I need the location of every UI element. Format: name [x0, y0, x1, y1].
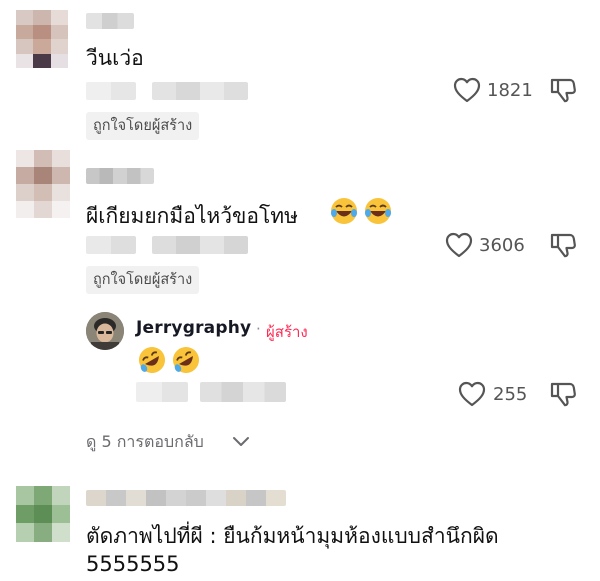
like-count: 1821 — [487, 80, 533, 101]
comment-text-line2: 5555555 — [86, 552, 180, 576]
timestamp-blurred — [136, 382, 188, 402]
heart-outline-icon[interactable] — [458, 381, 486, 407]
thumb-down-icon[interactable] — [549, 231, 577, 259]
face-with-tears-of-joy-icon — [329, 196, 359, 226]
liked-by-creator-badge: ถูกใจโดยผู้สร้าง — [86, 112, 200, 140]
face-with-tears-of-joy-icon — [363, 196, 393, 226]
timestamp-blurred — [86, 82, 136, 100]
heart-outline-icon[interactable] — [453, 77, 481, 103]
avatar-blurred[interactable] — [16, 486, 70, 542]
like-count: 255 — [493, 384, 528, 405]
reply-link-blurred[interactable] — [200, 382, 286, 402]
reply-link-blurred[interactable] — [152, 236, 248, 254]
thumb-down-icon[interactable] — [549, 380, 577, 408]
username-blurred[interactable] — [86, 490, 286, 506]
comment-text: วีนเว่อ — [86, 46, 144, 70]
rolling-on-floor-laughing-icon — [170, 344, 202, 376]
avatar-blurred[interactable] — [16, 150, 70, 218]
reply-link-blurred[interactable] — [152, 82, 248, 100]
view-replies-label: ดู 5 การตอบกลับ — [86, 432, 204, 451]
avatar-blurred[interactable] — [16, 10, 68, 68]
creator-username[interactable]: Jerrygraphy — [136, 318, 251, 338]
username-blurred[interactable] — [86, 13, 134, 29]
liked-by-creator-badge: ถูกใจโดยผู้สร้าง — [86, 266, 200, 294]
creator-label: ผู้สร้าง — [266, 323, 308, 341]
username-blurred[interactable] — [86, 168, 154, 184]
thumb-down-icon[interactable] — [549, 76, 577, 104]
rolling-on-floor-laughing-icon — [136, 344, 168, 376]
like-count: 3606 — [479, 235, 525, 256]
comment-text-line1: ตัดภาพไปที่ผี : ยืนก้มหน้ามุมห้องแบบสำนึ… — [86, 524, 499, 548]
creator-avatar[interactable] — [86, 312, 124, 350]
timestamp-blurred — [86, 236, 136, 254]
separator-dot: · — [256, 320, 261, 338]
chevron-down-icon — [232, 434, 250, 448]
heart-outline-icon[interactable] — [445, 232, 473, 258]
comment-text: ผีเกียมยกมือไหว้ขอโทษ — [86, 204, 298, 228]
